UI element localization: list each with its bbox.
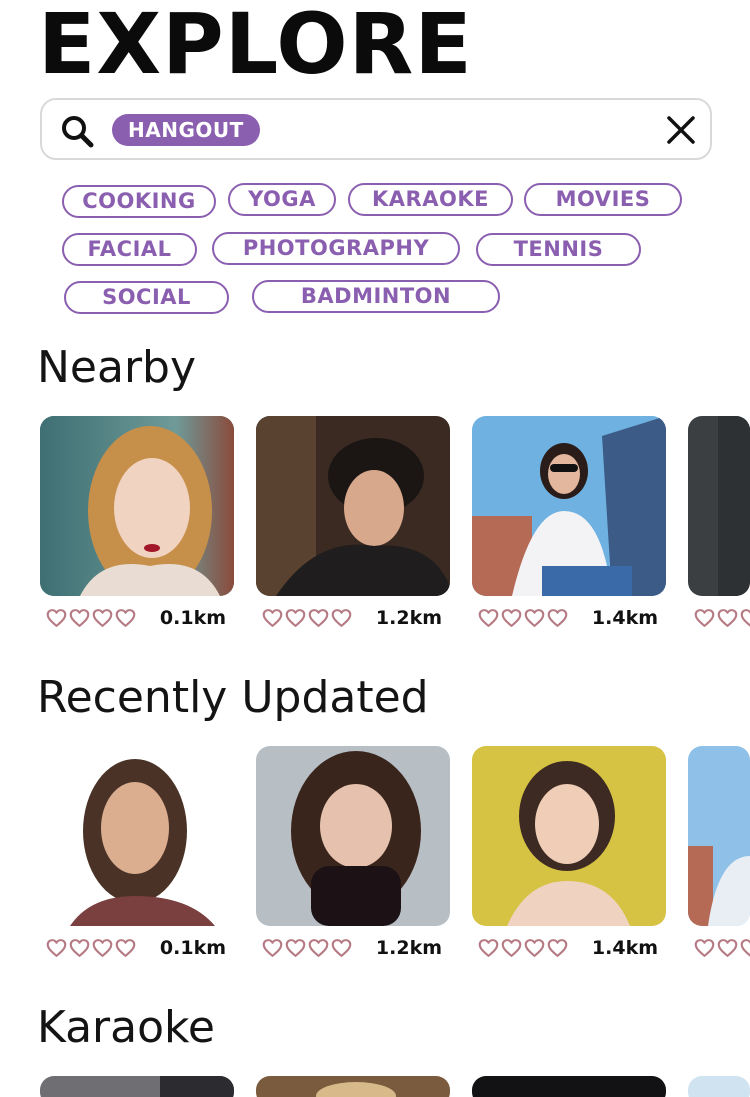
profile-photo[interactable] <box>688 746 750 926</box>
tag-facial[interactable]: FACIAL <box>62 233 197 266</box>
search-bar[interactable]: HANGOUT <box>40 98 712 160</box>
heart-outline-icon[interactable] <box>308 608 329 628</box>
tag-tennis[interactable]: TENNIS <box>476 233 641 266</box>
heart-outline-icon[interactable] <box>115 608 136 628</box>
heart-outline-icon[interactable] <box>547 938 568 958</box>
heart-outline-icon[interactable] <box>478 608 499 628</box>
profile-photo[interactable] <box>256 1076 450 1097</box>
heart-outline-icon[interactable] <box>115 938 136 958</box>
heart-outline-icon[interactable] <box>92 938 113 958</box>
distance-label: 1.4km <box>591 937 658 959</box>
rating-hearts[interactable] <box>694 608 750 630</box>
profile-card[interactable]: 1.4km <box>472 746 666 966</box>
distance-label: 1.4km <box>591 607 658 629</box>
profile-card[interactable]: 0.1km <box>40 746 234 966</box>
heart-outline-icon[interactable] <box>331 938 352 958</box>
distance-label: 0.1km <box>159 937 226 959</box>
profile-card-partial[interactable] <box>688 416 750 636</box>
heart-outline-icon[interactable] <box>717 938 738 958</box>
page-title: EXPLORE <box>38 0 473 93</box>
rating-hearts[interactable] <box>478 608 568 630</box>
search-icon[interactable] <box>58 112 98 152</box>
heart-outline-icon[interactable] <box>69 608 90 628</box>
heart-outline-icon[interactable] <box>308 938 329 958</box>
heart-outline-icon[interactable] <box>46 938 67 958</box>
close-icon[interactable] <box>662 111 700 149</box>
rating-hearts[interactable] <box>46 608 136 630</box>
tag-photography[interactable]: PHOTOGRAPHY <box>212 232 460 265</box>
tag-karaoke[interactable]: KARAOKE <box>348 183 513 216</box>
heart-outline-icon[interactable] <box>262 608 283 628</box>
heart-outline-icon[interactable] <box>547 608 568 628</box>
profile-photo[interactable] <box>472 1076 666 1097</box>
tag-cooking[interactable]: COOKING <box>62 185 216 218</box>
tag-badminton[interactable]: BADMINTON <box>252 280 500 313</box>
rating-hearts[interactable] <box>262 608 352 630</box>
heart-outline-icon[interactable] <box>524 938 545 958</box>
profile-photo[interactable] <box>40 416 234 596</box>
heart-outline-icon[interactable] <box>694 938 715 958</box>
profile-photo[interactable] <box>688 416 750 596</box>
heart-outline-icon[interactable] <box>331 608 352 628</box>
profile-card[interactable]: 1.2km <box>256 416 450 636</box>
profile-photo[interactable] <box>472 746 666 926</box>
distance-label: 0.1km <box>159 607 226 629</box>
section-title-karaoke: Karaoke <box>37 1002 215 1053</box>
profile-photo[interactable] <box>40 1076 234 1097</box>
profile-photo[interactable] <box>256 416 450 596</box>
distance-label: 1.2km <box>375 937 442 959</box>
heart-outline-icon[interactable] <box>717 608 738 628</box>
profile-card[interactable]: 1.4km <box>472 416 666 636</box>
distance-label: 1.2km <box>375 607 442 629</box>
heart-outline-icon[interactable] <box>501 938 522 958</box>
heart-outline-icon[interactable] <box>501 608 522 628</box>
heart-outline-icon[interactable] <box>262 938 283 958</box>
tag-social[interactable]: SOCIAL <box>64 281 229 314</box>
rating-hearts[interactable] <box>262 938 352 960</box>
search-filter-chip[interactable]: HANGOUT <box>112 114 260 146</box>
heart-outline-icon[interactable] <box>46 608 67 628</box>
heart-outline-icon[interactable] <box>740 608 750 628</box>
profile-photo[interactable] <box>472 416 666 596</box>
profile-card[interactable]: 0.1km <box>40 416 234 636</box>
section-title-recently-updated: Recently Updated <box>37 672 429 723</box>
explore-screen: EXPLORE HANGOUT COOKING YOGA KARAOKE MOV… <box>0 0 750 1097</box>
rating-hearts[interactable] <box>694 938 750 960</box>
section-title-nearby: Nearby <box>37 342 197 393</box>
profile-photo[interactable] <box>688 1076 750 1097</box>
heart-outline-icon[interactable] <box>69 938 90 958</box>
profile-card[interactable]: 1.2km <box>256 746 450 966</box>
profile-photo[interactable] <box>256 746 450 926</box>
tag-movies[interactable]: MOVIES <box>524 183 682 216</box>
rating-hearts[interactable] <box>478 938 568 960</box>
heart-outline-icon[interactable] <box>740 938 750 958</box>
profile-photo[interactable] <box>40 746 234 926</box>
heart-outline-icon[interactable] <box>285 608 306 628</box>
heart-outline-icon[interactable] <box>478 938 499 958</box>
tag-yoga[interactable]: YOGA <box>228 183 336 216</box>
profile-card-partial[interactable] <box>688 746 750 966</box>
rating-hearts[interactable] <box>46 938 136 960</box>
heart-outline-icon[interactable] <box>92 608 113 628</box>
heart-outline-icon[interactable] <box>285 938 306 958</box>
heart-outline-icon[interactable] <box>524 608 545 628</box>
heart-outline-icon[interactable] <box>694 608 715 628</box>
